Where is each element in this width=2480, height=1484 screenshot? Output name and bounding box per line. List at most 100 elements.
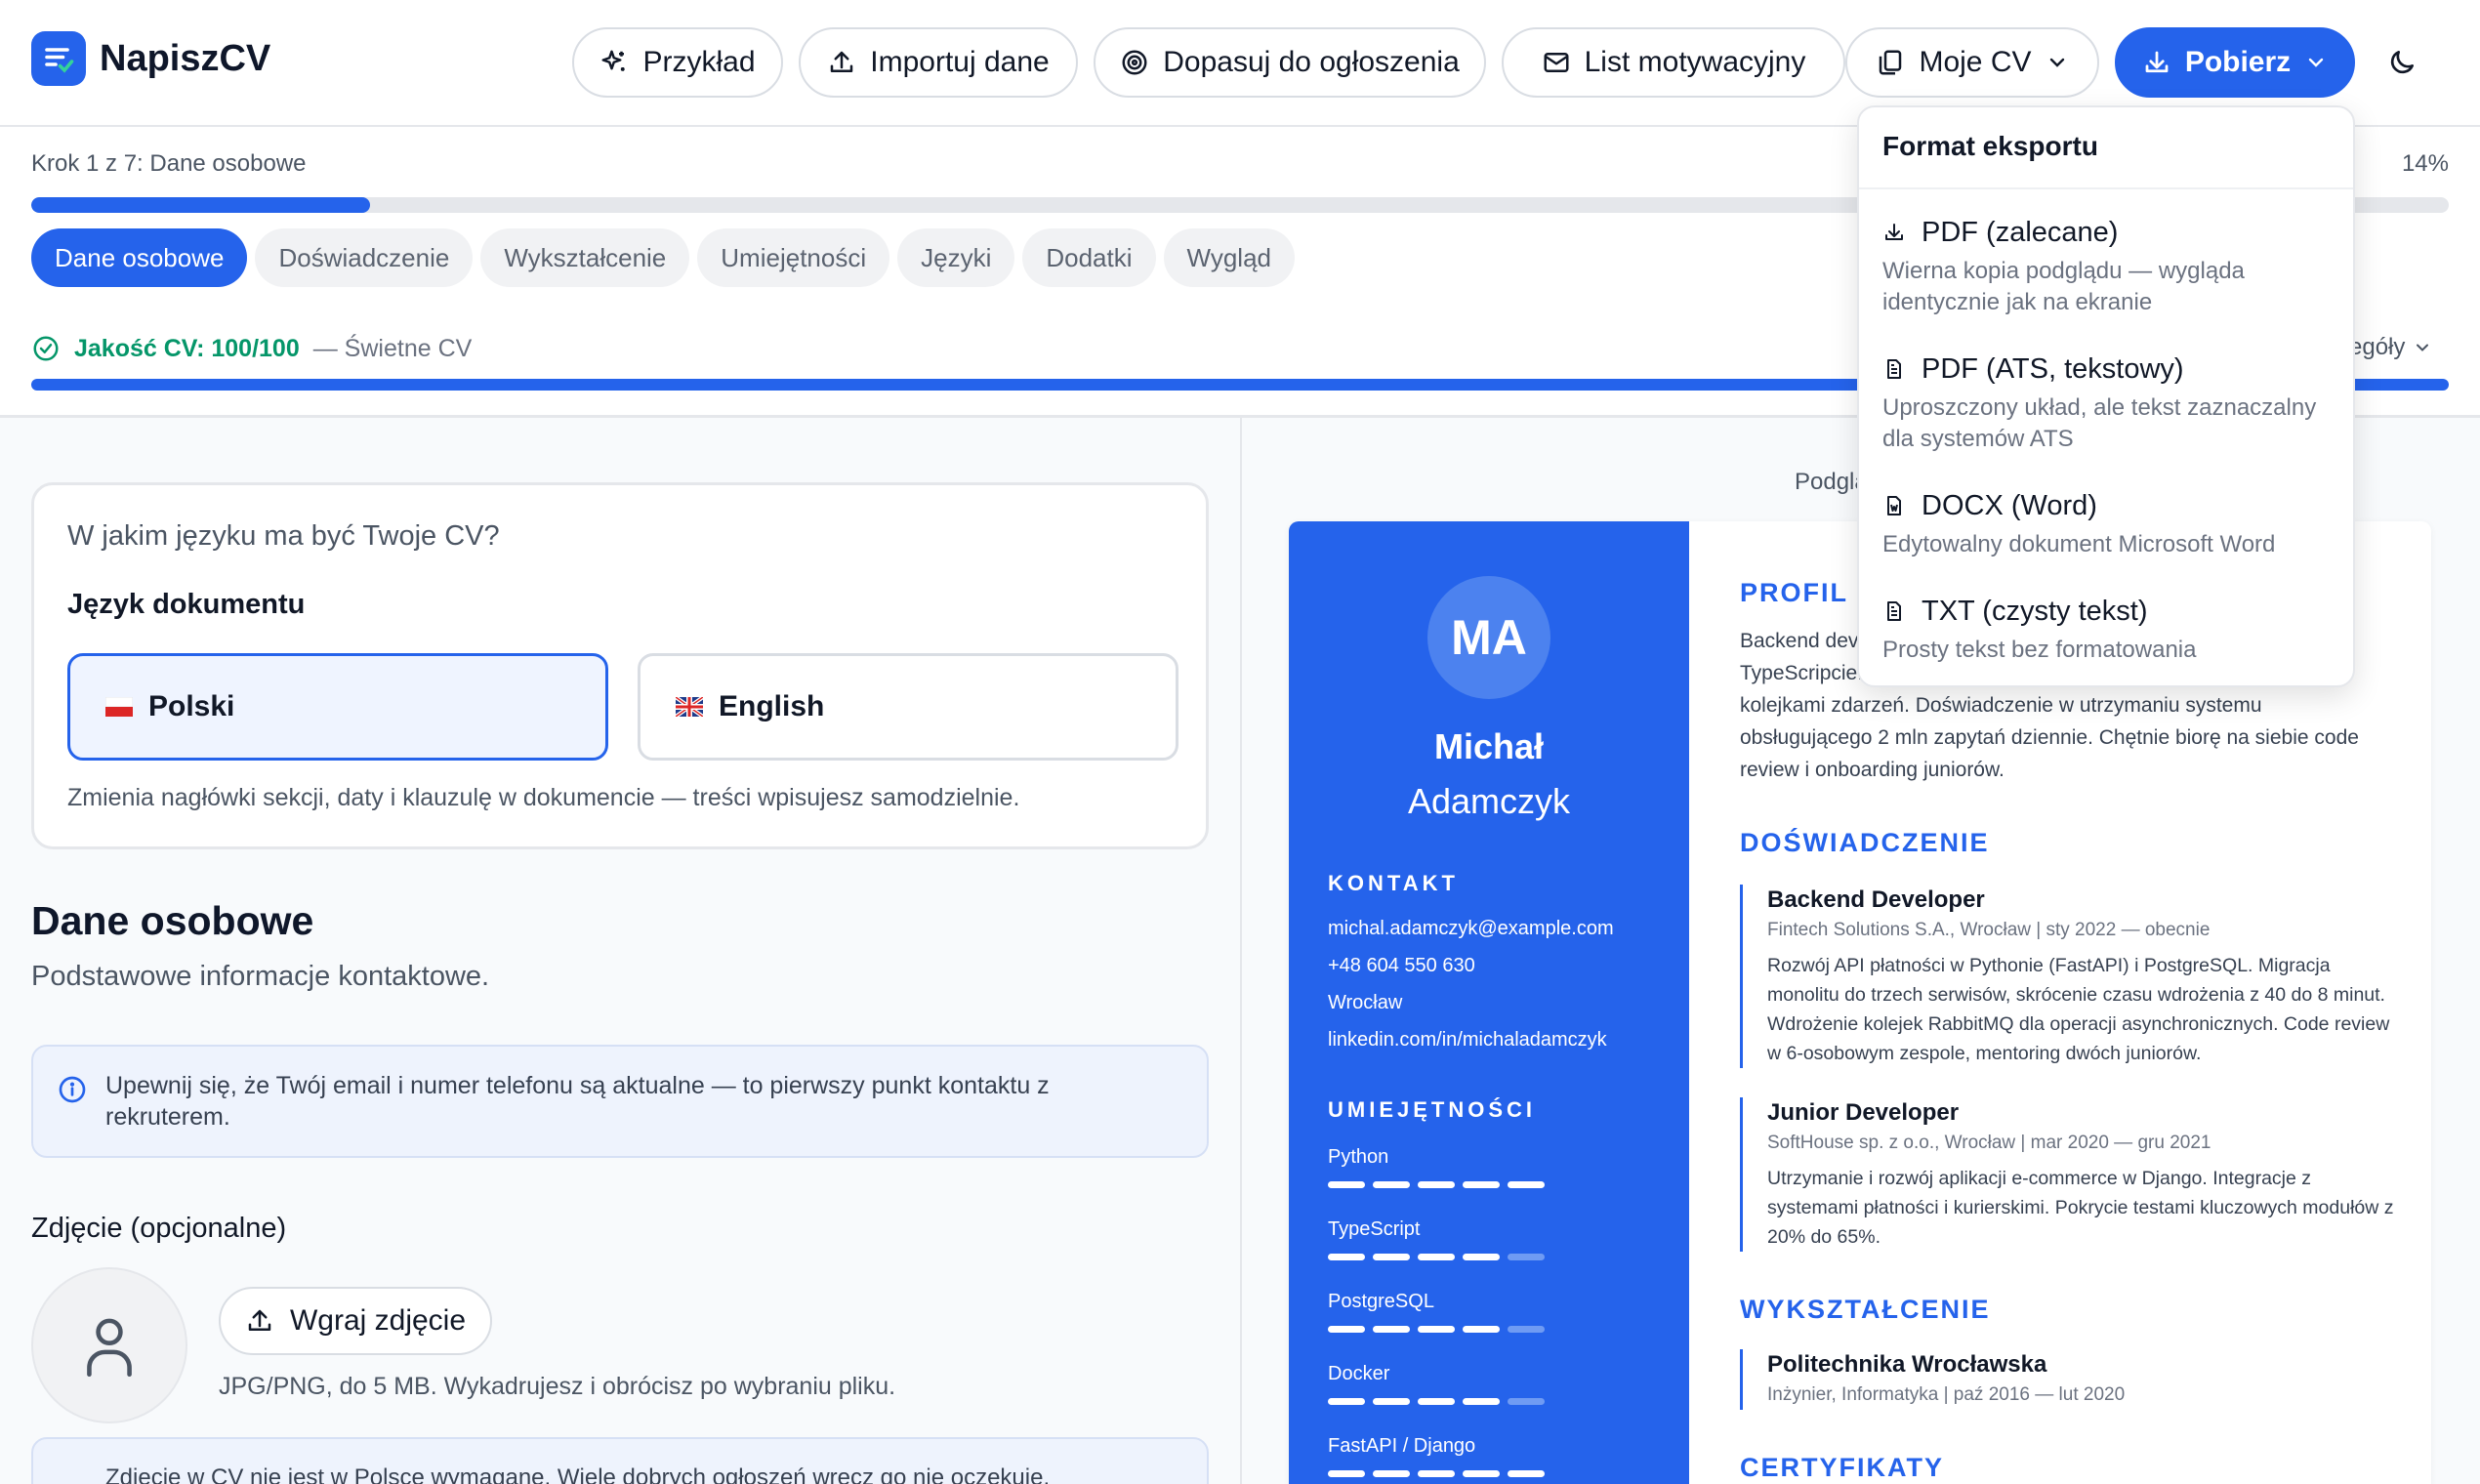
flag-pl-icon: [105, 697, 133, 717]
export-menu-title: Format eksportu: [1882, 131, 2098, 161]
sparkles-icon: [601, 50, 626, 71]
language-question: W jakim języku ma być Twoje CV?: [67, 520, 500, 552]
cv-skill-dot: [1328, 1254, 1365, 1260]
upload-photo-button[interactable]: Wgraj zdjęcie: [219, 1287, 492, 1355]
match-offer-button[interactable]: Dopasuj do ogłoszenia: [1094, 27, 1486, 98]
chevron-down-icon: [2417, 344, 2429, 351]
chevron-down-icon: [2308, 58, 2324, 67]
step-percent: 14%: [2401, 150, 2449, 177]
app-name: NapiszCV: [100, 37, 271, 79]
step-tab[interactable]: Dane osobowe: [31, 228, 248, 287]
quality-score: Jakość CV: 100/100: [74, 334, 300, 362]
cv-contact-email: michal.adamczyk@example.com: [1328, 918, 1614, 939]
download-button[interactable]: Pobierz: [2115, 27, 2355, 98]
example-label: Przykład: [642, 46, 756, 78]
file-text-icon: [1887, 359, 1901, 379]
cv-skill-dot: [1508, 1470, 1545, 1477]
cv-skill-level: [1328, 1254, 1545, 1260]
cv-skill-dot: [1463, 1398, 1500, 1405]
cv-sidebar: MA Michał Adamczyk KONTAKT michal.adamcz…: [1289, 521, 1689, 1484]
step-tab[interactable]: Umiejętności: [697, 228, 890, 287]
cv-skill-name: FastAPI / Django: [1328, 1435, 1476, 1457]
language-option-polski[interactable]: Polski: [67, 653, 608, 761]
info-text: Upewnij się, że Twój email i numer telef…: [105, 1072, 1050, 1131]
cv-exp-meta: SoftHouse sp. z o.o., Wrocław | mar 2020…: [1767, 1133, 2211, 1153]
my-cv-label: Moje CV: [1919, 46, 2032, 78]
step-tab[interactable]: Doświadczenie: [255, 228, 474, 287]
cv-skill-dot: [1418, 1470, 1455, 1477]
step-tab[interactable]: Wykształcenie: [480, 228, 690, 287]
cover-letter-label: List motywacyjny: [1584, 46, 1806, 78]
cv-exp-desc: Utrzymanie i rozwój aplikacji e-commerce…: [1767, 1168, 2394, 1248]
cv-skills-heading: UMIEJĘTNOŚCI: [1328, 1097, 1537, 1122]
theme-toggle-button[interactable]: [2382, 43, 2421, 82]
cv-contact-city: Wrocław: [1328, 992, 1403, 1013]
language-card: W jakim języku ma być Twoje CV? Język do…: [31, 482, 1209, 849]
step-tab[interactable]: Dodatki: [1022, 228, 1156, 287]
chevron-down-icon: [2049, 58, 2064, 67]
export-item-title: DOCX (Word): [1922, 489, 2097, 521]
download-icon: [1885, 224, 1903, 240]
cv-skill-name: Python: [1328, 1146, 1389, 1168]
step-progress-fill: [31, 197, 370, 213]
export-docx-item[interactable]: DOCX (Word) Edytowalny dokument Microsof…: [1882, 486, 2332, 560]
cover-letter-button[interactable]: List motywacyjny: [1502, 27, 1845, 98]
app-logo[interactable]: NapiszCV: [31, 31, 270, 86]
my-cv-button[interactable]: Moje CV: [1845, 27, 2099, 98]
language-hint: Zmienia nagłówki sekcji, daty i klauzulę…: [67, 784, 1020, 811]
cv-skill-dot: [1328, 1470, 1365, 1477]
export-txt-item[interactable]: TXT (czysty tekst) Prosty tekst bez form…: [1882, 592, 2332, 666]
export-pdf-item[interactable]: PDF (zalecane) Wierna kopia podglądu — w…: [1882, 213, 2332, 318]
pane-divider: [1240, 418, 1242, 1484]
language-option-label: Polski: [148, 690, 235, 722]
export-item-desc: Wierna kopia podglądu — wygląda identycz…: [1882, 258, 2245, 315]
info-box: Upewnij się, że Twój email i numer telef…: [31, 1045, 1209, 1158]
cv-contact-linkedin: linkedin.com/in/michaladamczyk: [1328, 1029, 1607, 1051]
cv-skill-name: PostgreSQL: [1328, 1291, 1434, 1312]
cv-skill-dot: [1463, 1470, 1500, 1477]
cv-skill-name: Docker: [1328, 1363, 1390, 1384]
cv-edu-title: Politechnika Wrocławska: [1767, 1351, 2047, 1378]
cv-edu-meta: Inżynier, Informatyka | paź 2016 — lut 2…: [1767, 1384, 2126, 1405]
info-icon: [59, 1076, 86, 1103]
cv-experience-item: Junior Developer SoftHouse sp. z o.o., W…: [1740, 1097, 2394, 1252]
cv-skill-dot: [1373, 1181, 1410, 1188]
target-icon: [1122, 50, 1147, 75]
cv-exp-desc: Rozwój API płatności w Pythonie (FastAPI…: [1767, 955, 2390, 1064]
cv-skill-dot: [1463, 1254, 1500, 1260]
cv-skill-dot: [1508, 1254, 1545, 1260]
step-tab[interactable]: Wygląd: [1163, 228, 1295, 287]
cv-skill-dot: [1508, 1326, 1545, 1333]
file-word-icon: [1887, 496, 1901, 515]
cv-skill-dot: [1373, 1470, 1410, 1477]
cv-skill-dot: [1373, 1398, 1410, 1405]
export-item-desc: Uproszczony układ, ale tekst zaznaczalny…: [1882, 394, 2317, 452]
menu-divider: [1859, 187, 2353, 189]
step-tab[interactable]: Języki: [897, 228, 1015, 287]
quality-details-toggle[interactable]: egóły: [2349, 334, 2432, 361]
cv-certs-heading: CERTYFIKATY: [1740, 1453, 1944, 1482]
cv-skill-dot: [1418, 1326, 1455, 1333]
export-item-title: PDF (ATS, tekstowy): [1922, 352, 2184, 385]
language-label: Język dokumentu: [67, 589, 306, 620]
user-icon: [87, 1318, 132, 1377]
cv-profile-line: kolejkami zdarzeń. Doświadczenie w utrzy…: [1740, 694, 2262, 717]
export-pdf-ats-item[interactable]: PDF (ATS, tekstowy) Uproszczony układ, a…: [1882, 350, 2332, 455]
import-button[interactable]: Importuj dane: [799, 27, 1078, 98]
files-icon: [1880, 50, 1902, 75]
cv-skill-dot: [1328, 1398, 1365, 1405]
cv-skill-dot: [1418, 1398, 1455, 1405]
cv-skill-level: [1328, 1398, 1545, 1405]
cv-experience-heading: DOŚWIADCZENIE: [1740, 828, 1990, 857]
step-label: Krok 1 z 7: Dane osobowe: [31, 150, 307, 177]
export-item-desc: Edytowalny dokument Microsoft Word: [1882, 531, 2276, 557]
cv-skill-dot: [1508, 1398, 1545, 1405]
step-tabs: Dane osobowe Doświadczenie Wykształcenie Um…: [31, 228, 1295, 287]
language-option-english[interactable]: English: [638, 653, 1178, 761]
example-button[interactable]: Przykład: [572, 27, 783, 98]
language-option-label: English: [719, 690, 825, 722]
export-item-title: TXT (czysty tekst): [1922, 595, 2148, 627]
cv-quality: Jakość CV: 100/100 — Świetne CV: [31, 334, 472, 363]
cv-skill-dot: [1508, 1181, 1545, 1188]
cv-skill-name: TypeScript: [1328, 1218, 1421, 1240]
